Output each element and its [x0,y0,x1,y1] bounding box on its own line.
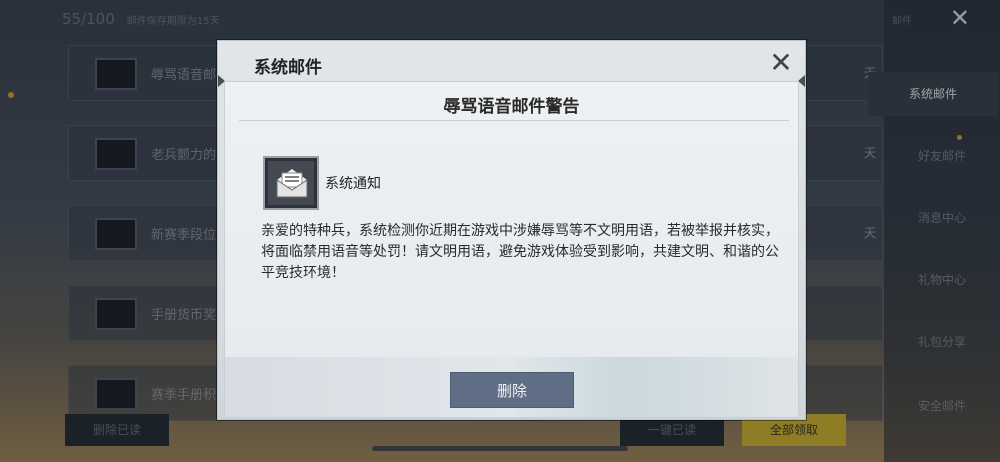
mail-title: 辱骂语音邮件警告 [443,97,580,117]
title-divider [239,120,789,121]
mail-body: 亲爱的特种兵，系统检测你近期在游戏中涉嫌辱骂等不文明用语，若被举报并核实，将面临… [261,223,779,281]
close-icon[interactable]: ✕ [765,47,797,79]
mail-dialog: 系统邮件 ✕ 辱骂语音邮件警告 系统通知 亲爱的特种兵，系统检测你近期在游戏中涉… [217,40,806,420]
sender-label: 系统通知 [325,176,381,192]
mail-content-panel: 辱骂语音邮件警告 系统通知 亲爱的特种兵，系统检测你近期在游戏中涉嫌辱骂等不文明… [224,81,799,418]
corner-right-decoration [798,75,805,87]
open-envelope-icon [263,156,319,210]
dialog-title: 系统邮件 [254,58,322,78]
dialog-title-bar: 系统邮件 ✕ [218,41,805,85]
delete-button[interactable]: 删除 [450,372,574,408]
